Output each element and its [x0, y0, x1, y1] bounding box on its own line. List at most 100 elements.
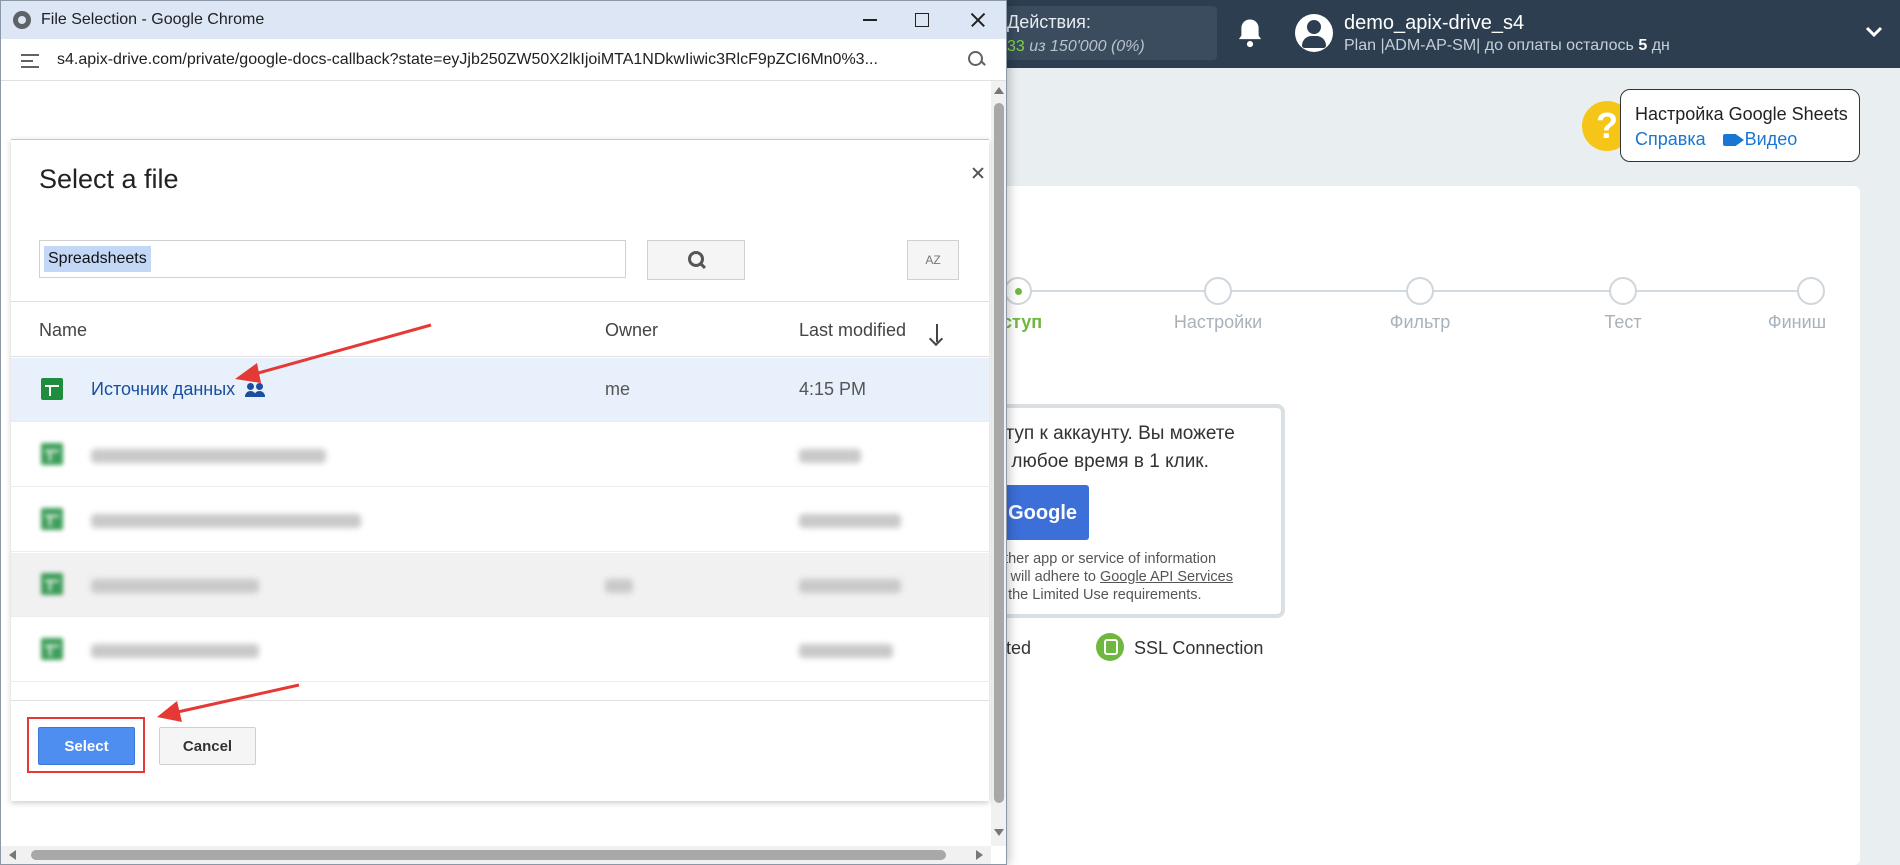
- select-button[interactable]: Select: [38, 727, 135, 765]
- zoom-icon[interactable]: [967, 50, 987, 70]
- window-titlebar[interactable]: File Selection - Google Chrome: [1, 1, 1006, 39]
- bell-icon[interactable]: [1235, 17, 1265, 49]
- policy-link[interactable]: Google API Services: [1100, 569, 1233, 585]
- close-icon[interactable]: [971, 166, 985, 180]
- sort-az-button[interactable]: AZ: [907, 240, 959, 280]
- arrow-down-icon[interactable]: [936, 324, 938, 342]
- policy-line-1: other app or service of information: [996, 551, 1217, 567]
- blurred-name: [91, 579, 259, 593]
- file-row[interactable]: [11, 618, 989, 682]
- address-bar[interactable]: s4.apix-drive.com/private/google-docs-ca…: [1, 39, 1006, 81]
- column-name[interactable]: Name: [39, 320, 87, 341]
- actions-counter: Действия: 33 из 150'000 (0%): [995, 6, 1217, 60]
- site-info-icon-line: [21, 66, 39, 68]
- step-dot-settings: [1204, 277, 1232, 305]
- vertical-scrollbar[interactable]: [991, 81, 1006, 846]
- blurred-owner: [605, 579, 633, 593]
- plan-days: 5: [1638, 37, 1648, 54]
- minimize-button[interactable]: [847, 1, 893, 39]
- file-modified: 4:15 PM: [799, 379, 867, 399]
- plan-days-unit: дн: [1651, 37, 1670, 54]
- spreadsheet-icon: [41, 573, 63, 595]
- policy-line-2-text: ls will adhere to: [996, 569, 1100, 585]
- actions-of: из 150'000: [1029, 38, 1107, 55]
- scroll-thumb-horizontal[interactable]: [31, 850, 946, 860]
- url-text[interactable]: s4.apix-drive.com/private/google-docs-ca…: [57, 51, 937, 69]
- scroll-thumb[interactable]: [994, 103, 1004, 803]
- step-label-finish: Финиш: [1767, 312, 1827, 332]
- horizontal-scrollbar[interactable]: [1, 846, 991, 864]
- chrome-popup-window: File Selection - Google Chrome s4.apix-d…: [0, 0, 1007, 865]
- file-owner: me: [605, 379, 631, 399]
- avatar[interactable]: [1295, 14, 1333, 52]
- step-label-access: ступ: [1002, 312, 1043, 332]
- site-info-icon[interactable]: [21, 51, 39, 69]
- blurred-date: [799, 579, 901, 593]
- file-row[interactable]: [11, 423, 989, 487]
- user-plan: Plan |ADM-AP-SM| до оплаты осталось 5 дн: [1344, 37, 1670, 55]
- policy-line-2: ls will adhere to Google API Services: [996, 568, 1258, 586]
- chevron-down-icon[interactable]: [1864, 22, 1884, 42]
- blurred-date: [799, 449, 861, 463]
- file-row[interactable]: [11, 488, 989, 552]
- minimize-icon: [863, 19, 877, 21]
- blurred-date: [799, 514, 901, 528]
- blurred-name: [91, 514, 361, 528]
- scroll-down-icon[interactable]: [994, 829, 1004, 836]
- blurred-name: [91, 449, 326, 463]
- spreadsheet-icon: [41, 378, 63, 400]
- help-box: Настройка Google Sheets Справка Видео: [1620, 89, 1860, 162]
- shared-users-icon: [245, 383, 267, 398]
- scroll-up-icon[interactable]: [994, 87, 1004, 94]
- file-row[interactable]: [11, 553, 989, 617]
- search-button[interactable]: [647, 240, 745, 280]
- file-row-selected[interactable]: Источник данных me 4:15 PM: [11, 358, 989, 422]
- ssl-lock-icon: [1096, 633, 1124, 661]
- step-dot-test: [1609, 277, 1637, 305]
- column-last-modified[interactable]: Last modified: [799, 320, 906, 341]
- maximize-icon: [915, 13, 929, 27]
- scroll-left-icon[interactable]: [9, 850, 16, 860]
- site-info-icon-line: [21, 60, 33, 62]
- step-dot-finish: [1797, 277, 1825, 305]
- cancel-button[interactable]: Cancel: [159, 727, 256, 765]
- window-title: File Selection - Google Chrome: [41, 11, 265, 28]
- blurred-date: [799, 644, 893, 658]
- step-label-settings: Настройки: [1173, 312, 1263, 332]
- search-input-value[interactable]: Spreadsheets: [44, 246, 151, 272]
- user-name: demo_apix-drive_s4: [1344, 12, 1525, 34]
- maximize-button[interactable]: [899, 1, 945, 39]
- video-link[interactable]: Видео: [1745, 129, 1798, 149]
- step-dot-filter: [1406, 277, 1434, 305]
- window-close-button[interactable]: [955, 1, 1001, 39]
- file-picker-dialog: Select a file Spreadsheets AZ Name Owner…: [11, 139, 989, 801]
- column-header-row: Name Owner Last modified: [11, 301, 989, 357]
- help-link[interactable]: Справка: [1635, 129, 1706, 149]
- spreadsheet-icon: [41, 638, 63, 660]
- step-label-filter: Фильтр: [1389, 312, 1451, 332]
- search-icon: [688, 251, 706, 269]
- spreadsheet-icon: [41, 508, 63, 530]
- plan-text: Plan |ADM-AP-SM| до оплаты осталось: [1344, 37, 1634, 54]
- access-text: ступ к аккаунту. Вы можете в любое время…: [996, 423, 1235, 472]
- file-name-row: Источник данных: [91, 379, 267, 400]
- policy-text: other app or service of information ls w…: [996, 550, 1258, 604]
- step-label-test: Тест: [1604, 312, 1642, 332]
- spreadsheet-icon: [41, 443, 63, 465]
- scroll-right-icon[interactable]: [976, 850, 983, 860]
- actions-count: 33: [1007, 38, 1025, 55]
- actions-pct: (0%): [1110, 38, 1145, 55]
- site-info-icon-line: [21, 54, 39, 56]
- chrome-icon: [13, 11, 31, 29]
- picker-title: Select a file: [39, 164, 179, 194]
- actions-title: Действия:: [1007, 12, 1091, 32]
- google-connect-button[interactable]: Google: [996, 485, 1089, 540]
- policy-line-3: g the Limited Use requirements.: [996, 587, 1202, 603]
- picker-footer: Select Cancel: [11, 700, 989, 802]
- help-title: Настройка Google Sheets: [1635, 104, 1848, 124]
- help-links: Справка Видео: [1635, 129, 1859, 150]
- step-dot-access: [1004, 277, 1032, 305]
- column-owner[interactable]: Owner: [605, 320, 658, 341]
- video-icon: [1722, 134, 1744, 147]
- actions-usage: 33 из 150'000 (0%): [1007, 38, 1205, 56]
